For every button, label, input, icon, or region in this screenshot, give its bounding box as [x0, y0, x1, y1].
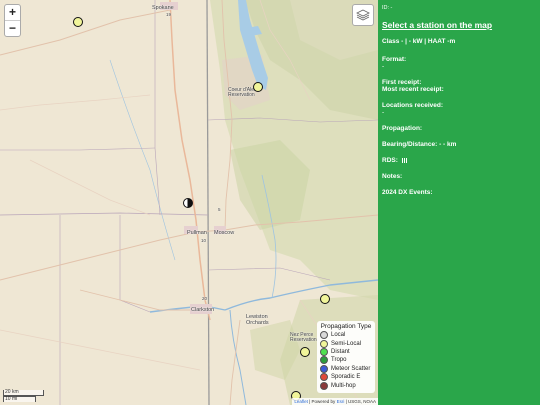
place-label-pullman: Pullman [187, 230, 207, 236]
most-recent-receipt-label: Most recent receipt: [382, 86, 444, 93]
highway-label-19: 19 [166, 12, 172, 17]
bearing-distance-label: Bearing/Distance: - - km [382, 141, 457, 148]
station-info-panel: ID: - Select a station on the map Class … [378, 0, 540, 405]
legend-label: Tropo [331, 357, 347, 364]
place-label-lewiston: Lewiston Orchards [246, 314, 269, 326]
legend-label: Multi-hop [331, 382, 356, 389]
zoom-in-button[interactable]: + [5, 5, 20, 20]
legend-label: Sporadic E [331, 374, 361, 381]
station-marker[interactable] [320, 294, 330, 304]
highway-label-5: 5 [218, 207, 221, 212]
rds-label: RDS: [382, 157, 398, 164]
legend-swatch [320, 364, 328, 373]
rds-row: RDS: [382, 157, 536, 164]
scale-bar: 20 km 10 mi [3, 390, 44, 402]
legend-label: Meteor Scatter [331, 365, 371, 372]
attribution-rest: | USGS, NOAA [344, 399, 376, 404]
legend-item-local: Local [320, 331, 372, 340]
legend-label: Semi-Local [331, 340, 362, 347]
layers-icon [356, 9, 370, 21]
locations-received-label: Locations received: [382, 102, 444, 109]
station-id: ID: - [382, 5, 393, 11]
station-marker-half[interactable] [183, 198, 193, 208]
legend-title: Propagation Type [320, 323, 372, 330]
station-marker[interactable] [73, 17, 83, 27]
legend-label: Local [331, 332, 346, 339]
legend-item-meteor-scatter: Meteor Scatter [320, 364, 372, 373]
station-marker[interactable] [253, 82, 263, 92]
class-line: Class - | - kW | HAAT -m [382, 38, 456, 45]
propagation-label: Propagation: [382, 125, 423, 132]
attribution-sep: | Powered by [307, 399, 337, 404]
legend-swatch [320, 339, 328, 348]
zoom-out-button[interactable]: − [5, 20, 20, 36]
legend-label: Distant [331, 348, 350, 355]
select-station-link[interactable]: Select a station on the map [382, 20, 536, 30]
legend-swatch [320, 381, 328, 390]
place-label-moscow: Moscow [214, 230, 235, 236]
rds-signal-icon [401, 158, 408, 163]
legend-swatch [320, 356, 328, 365]
highway-label-20: 20 [202, 296, 208, 301]
place-label-nez-perce: Nez Perce Reservation [290, 332, 317, 343]
locations-received-value: - [382, 109, 385, 116]
format-label: Format: [382, 56, 407, 63]
map-view[interactable]: Spokane 19 Coeur d'Alene Reservation 5 Pu… [0, 0, 378, 405]
legend-swatch [320, 331, 328, 340]
legend-item-sporadic-e: Sporadic E [320, 373, 372, 382]
first-receipt-label: First receipt: [382, 79, 422, 86]
map-attribution: Leaflet | Powered by Esri | USGS, NOAA [292, 398, 378, 405]
station-marker[interactable] [300, 347, 310, 357]
legend-item-distant: Distant [320, 347, 372, 356]
legend-swatch [320, 373, 328, 382]
legend-swatch [320, 347, 328, 356]
legend-item-tropo: Tropo [320, 356, 372, 365]
notes-label: Notes: [382, 173, 403, 180]
place-label-spokane: Spokane [152, 5, 174, 11]
legend-item-multi-hop: Multi-hop [320, 381, 372, 390]
dx-events-label: 2024 DX Events: [382, 189, 433, 196]
highway-label-10: 10 [201, 238, 207, 243]
scale-mi: 10 mi [3, 396, 36, 402]
format-value: - [382, 63, 385, 70]
layers-button[interactable] [352, 4, 374, 26]
leaflet-link[interactable]: Leaflet [294, 399, 308, 404]
zoom-control: + − [4, 4, 21, 37]
propagation-legend: Propagation Type Local Semi-Local Distan… [317, 321, 375, 393]
place-label-clarkston: Clarkston [191, 307, 215, 313]
legend-item-semi-local: Semi-Local [320, 339, 372, 348]
